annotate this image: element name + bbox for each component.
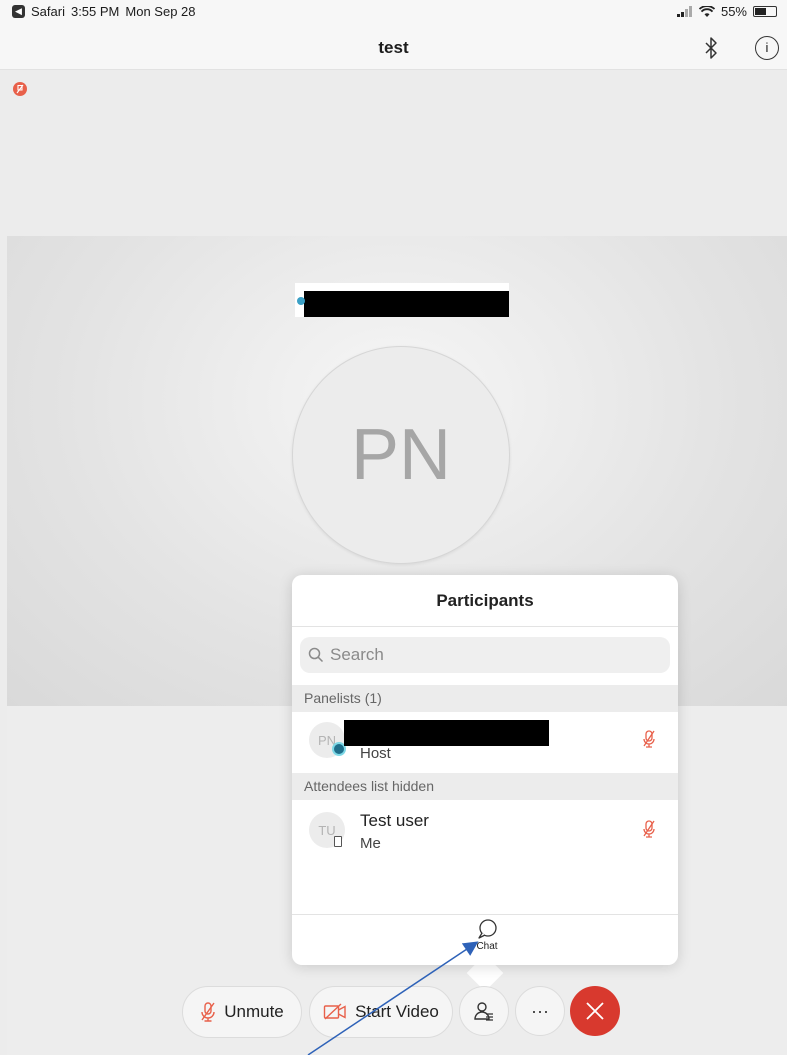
participants-title: Participants (436, 591, 534, 610)
redacted-name (304, 291, 509, 317)
attendees-header: Attendees list hidden (292, 773, 678, 800)
status-bar: ◀ Safari 3:55 PM Mon Sep 28 55% (0, 0, 787, 24)
unmute-label: Unmute (224, 1002, 284, 1021)
status-date: Mon Sep 28 (125, 4, 196, 19)
more-options-button[interactable]: ··· (515, 986, 565, 1036)
meeting-header: test (0, 24, 787, 70)
panel-footer: Chat (292, 914, 678, 965)
signal-icon (676, 6, 692, 17)
speaker-avatar: PN (292, 346, 510, 564)
mic-muted-icon[interactable] (642, 819, 656, 839)
speaker-initials: PN (350, 415, 452, 495)
panelists-header: Panelists (1) (292, 685, 678, 712)
participant-row-attendee[interactable]: TU Test user Me (292, 802, 678, 860)
start-video-button[interactable]: Start Video (309, 986, 453, 1038)
search-field[interactable] (300, 637, 670, 673)
search-icon (308, 647, 324, 663)
meeting-controls: Unmute Start Video ··· (0, 985, 787, 1045)
participant-name: Test user (360, 811, 429, 830)
status-left: ◀ Safari 3:55 PM Mon Sep 28 (12, 4, 196, 19)
unmute-button[interactable]: Unmute (182, 986, 302, 1038)
battery-icon (753, 6, 777, 17)
speaker-name-tag (295, 283, 509, 317)
close-icon (586, 1002, 604, 1020)
back-app-label[interactable]: Safari (31, 4, 65, 19)
meeting-title: test (378, 38, 409, 57)
divider (292, 626, 678, 627)
participant-role: Host (360, 745, 391, 762)
mobile-device-icon (334, 836, 342, 847)
back-to-app-icon[interactable]: ◀ (12, 5, 25, 18)
more-icon: ··· (531, 1000, 549, 1021)
participants-icon (474, 1002, 493, 1021)
participant-row-host[interactable]: PN Host (292, 712, 678, 770)
status-right: 55% (676, 4, 777, 19)
status-time: 3:55 PM (70, 4, 120, 19)
start-video-label: Start Video (355, 1002, 439, 1021)
info-icon[interactable]: i (755, 36, 779, 60)
battery-percent: 55% (720, 4, 747, 19)
participant-subtitle: Me (360, 835, 381, 852)
chat-button[interactable]: Chat (467, 918, 507, 960)
mic-muted-icon[interactable] (642, 729, 656, 749)
video-off-icon (323, 1003, 346, 1020)
redacted-participant-name (344, 720, 549, 746)
top-video-strip (7, 71, 787, 236)
participants-button[interactable] (459, 986, 509, 1036)
mic-muted-icon (201, 1002, 215, 1022)
host-indicator-icon (297, 297, 305, 305)
chat-label: Chat (476, 941, 498, 952)
leave-meeting-button[interactable] (570, 986, 620, 1036)
participants-panel: Participants Panelists (1) PN Host Atten… (292, 575, 678, 965)
participant-initials: TU (318, 822, 336, 838)
muted-indicator-icon (13, 82, 27, 96)
bluetooth-icon[interactable] (704, 36, 718, 60)
chat-bubble-icon (478, 919, 497, 939)
search-input[interactable] (330, 645, 650, 665)
wifi-icon (698, 5, 715, 17)
